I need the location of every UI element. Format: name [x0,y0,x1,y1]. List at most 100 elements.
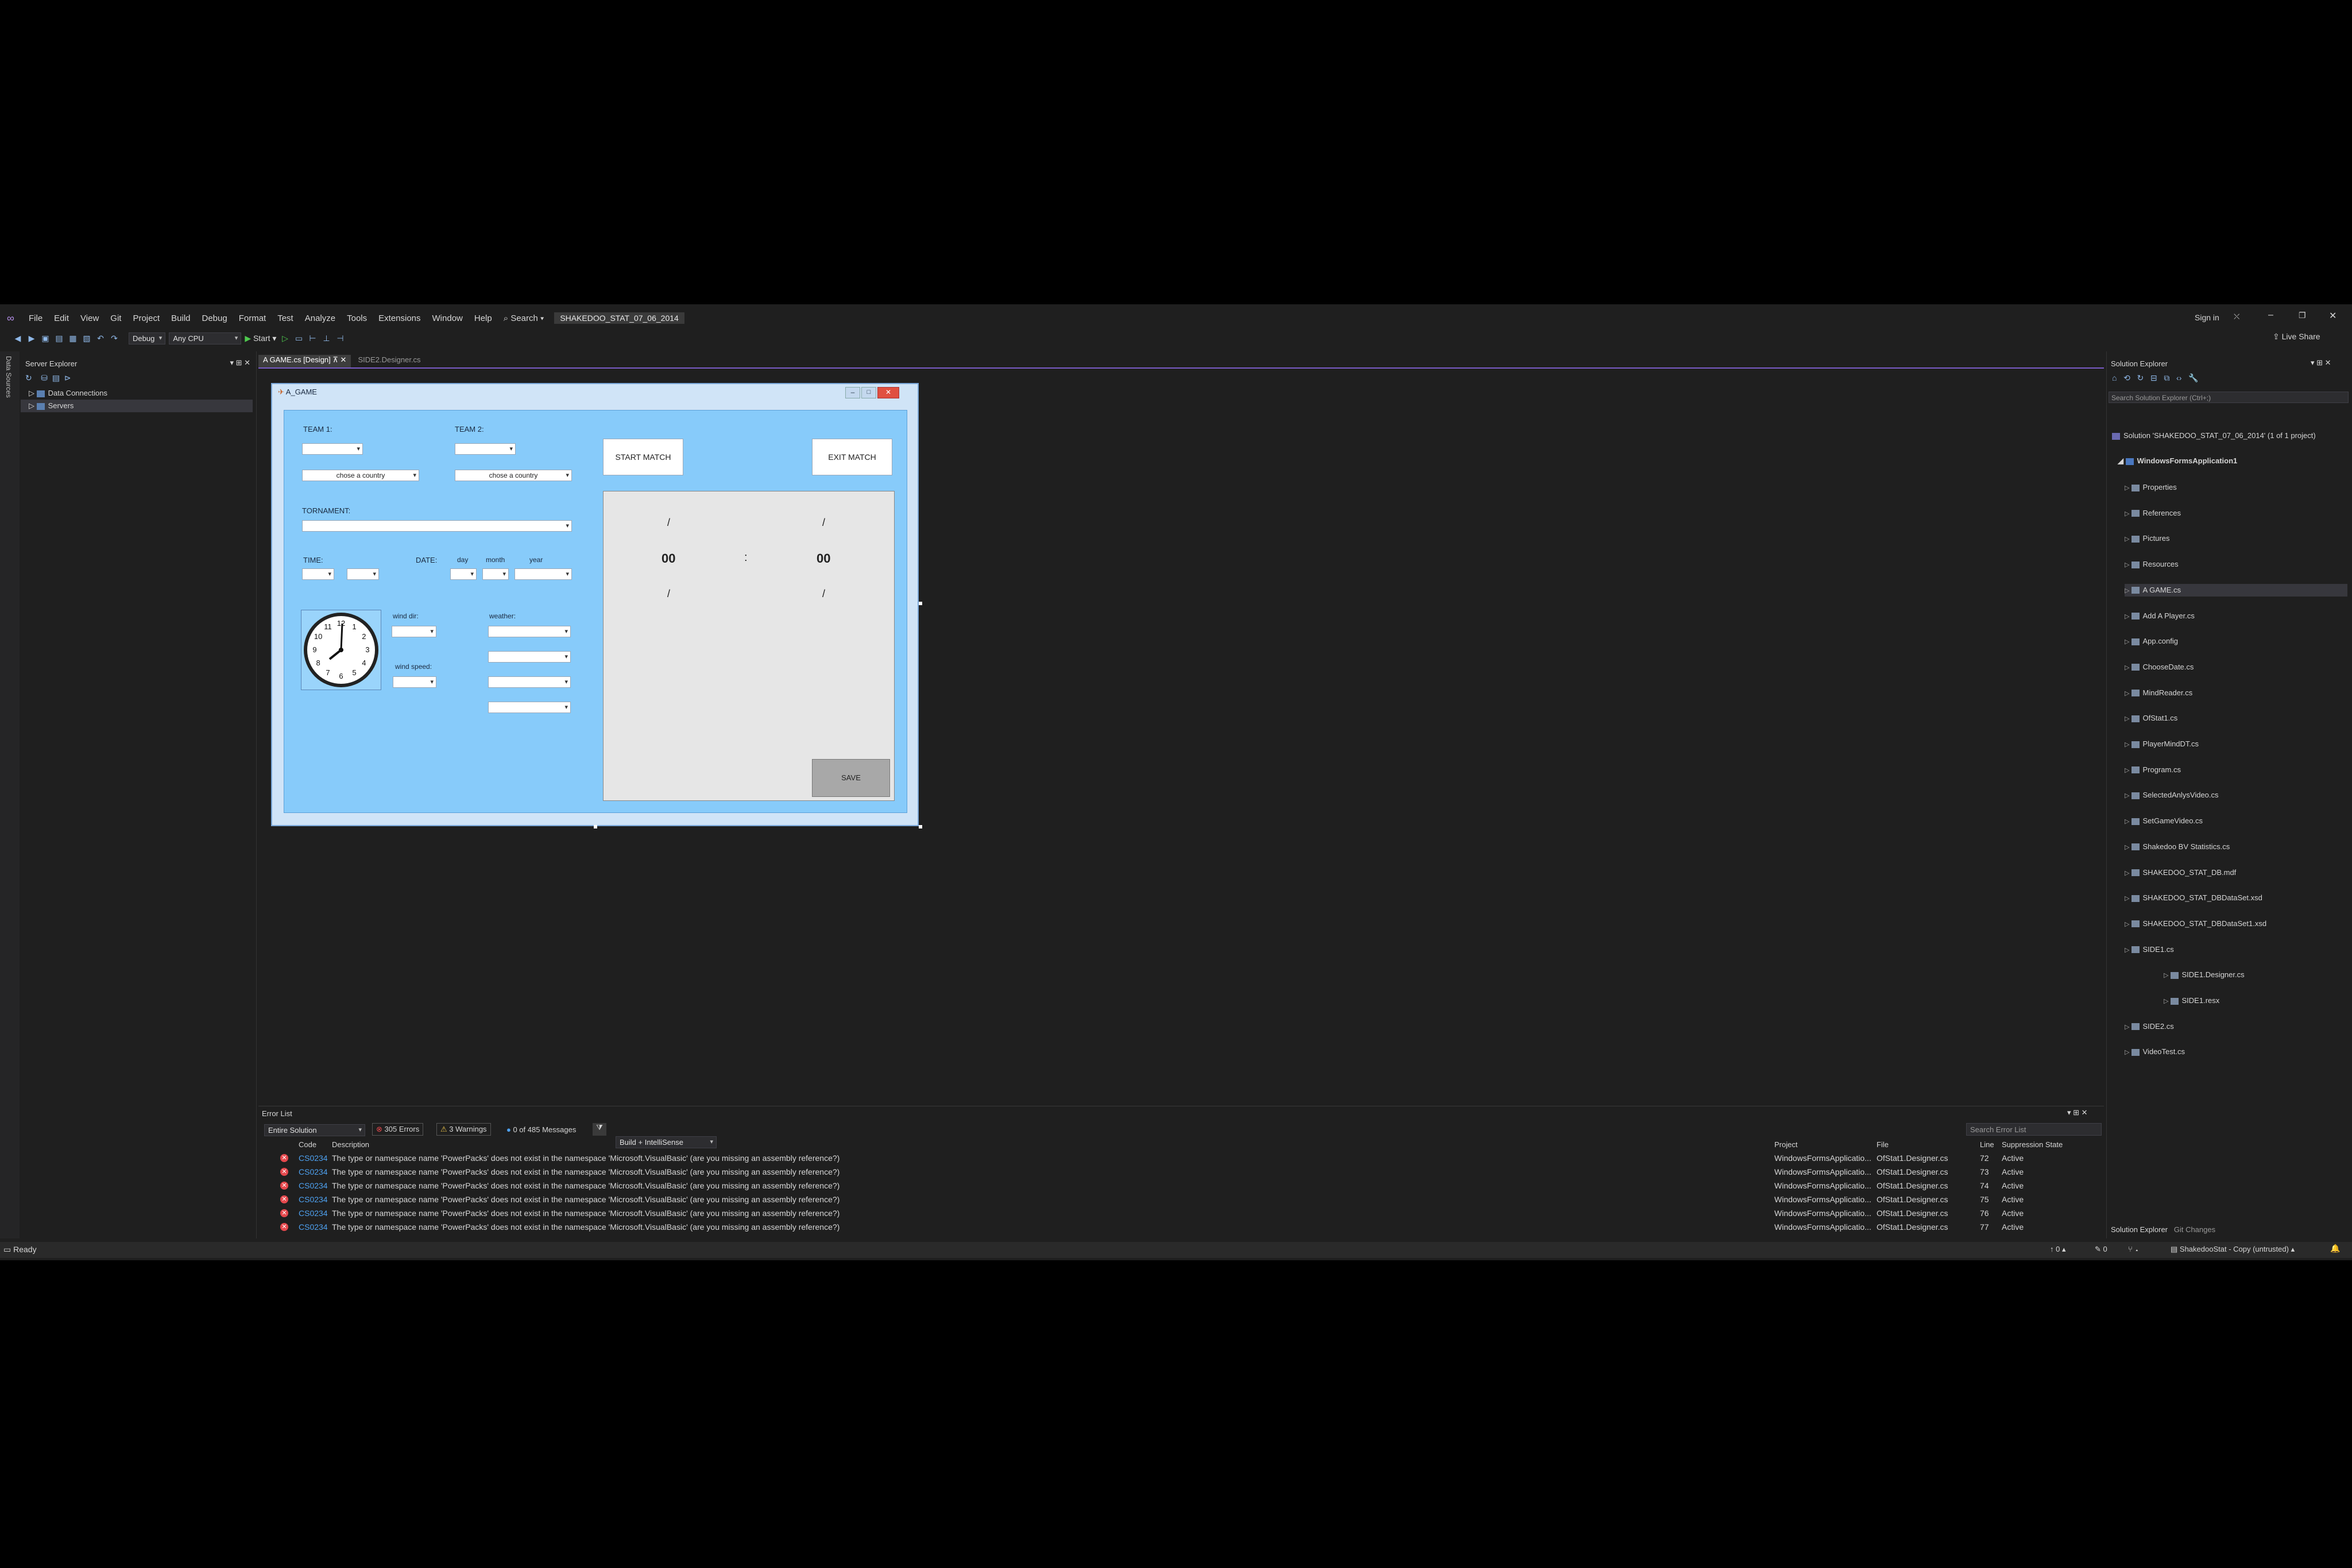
solution-item[interactable]: ▷ PlayerMindDT.cs [2125,738,2352,750]
collapse-icon[interactable]: ⊟ [2150,373,2157,382]
sign-in-link[interactable]: Sign in [2195,313,2219,322]
status-pencil-count[interactable]: ✎ 0 [2095,1245,2107,1254]
col-project[interactable]: Project [1774,1140,1797,1149]
solution-node[interactable]: Solution 'SHAKEDOO_STAT_07_06_2014' (1 o… [2112,429,2352,442]
col-suppression[interactable]: Suppression State [2002,1140,2063,1149]
resize-handle-bottom[interactable] [594,825,597,828]
align-center-icon[interactable]: ⊥ [321,333,331,343]
exit-match-button[interactable]: EXIT MATCH [812,439,892,475]
search-menu[interactable]: ⌕ Search ▾ [498,313,550,323]
solution-explorer-close-icon[interactable]: ▾ ⊞ ✕ [2311,358,2331,367]
year-select[interactable] [514,568,572,580]
tab-git-changes[interactable]: Git Changes [2174,1225,2215,1234]
tournament-select[interactable] [302,520,572,532]
save-all-icon[interactable]: ▧ [82,333,92,343]
wind-speed-select[interactable] [393,676,436,688]
error-row[interactable]: ✕ CS0234 The type or namespace name 'Power… [276,1193,2102,1206]
col-file[interactable]: File [1877,1140,1889,1149]
menu-build[interactable]: Build [165,313,196,323]
resize-handle-right[interactable] [919,602,922,605]
sync-icon[interactable]: ⟲ [2123,373,2130,382]
errors-filter-button[interactable]: ⊗ 305 Errors [372,1123,424,1136]
solution-item[interactable]: ▷ SHAKEDOO_STAT_DBDataSet1.xsd [2125,917,2352,930]
messages-filter-button[interactable]: ● 0 of 485 Messages [503,1124,579,1135]
properties-icon[interactable]: 🔧 [2188,373,2198,382]
error-code[interactable]: CS0234 [299,1207,328,1219]
back-icon[interactable]: ◀ [13,333,23,343]
solution-item[interactable]: ▷ SIDE1.cs [2125,943,2352,956]
weather-select-4[interactable] [488,702,571,713]
menu-tools[interactable]: Tools [341,313,373,323]
tab-side2-designer[interactable]: SIDE2.Designer.cs [353,355,425,367]
status-up-count[interactable]: ↑ 0 ▴ [2050,1245,2066,1254]
error-row[interactable]: ✕ CS0234 The type or namespace name 'Power… [276,1166,2102,1178]
data-sources-tab[interactable]: Data Sources [5,356,13,398]
restore-icon[interactable]: ❐ [2299,311,2306,320]
menu-file[interactable]: File [23,313,48,323]
connect-db-icon[interactable]: ⛁ [41,373,48,382]
menu-window[interactable]: Window [427,313,469,323]
solution-item[interactable]: ▷ Shakedoo BV Statistics.cs [2125,841,2352,853]
panel-close-icon[interactable]: ▾ ⊞ ✕ [230,358,250,367]
tree-item-data-connections[interactable]: ▷ Data Connections [29,387,107,400]
solution-item[interactable]: ▷ Pictures [2125,532,2352,545]
menu-project[interactable]: Project [127,313,165,323]
solution-search-input[interactable]: Search Solution Explorer (Ctrl+;) [2109,392,2349,403]
tree-item-servers[interactable]: ▷ Servers [21,400,253,412]
open-icon[interactable]: ▤ [54,333,64,343]
menu-test[interactable]: Test [272,313,299,323]
notifications-icon[interactable]: 🔔 [2330,1244,2340,1253]
menu-git[interactable]: Git [105,313,127,323]
solution-item[interactable]: ▷ OfStat1.cs [2125,712,2352,725]
solution-item[interactable]: ▷ SIDE1.Designer.cs [2164,969,2352,981]
close-icon[interactable]: ✕ [2329,310,2336,322]
refresh-icon[interactable]: ↻ [2137,373,2144,382]
error-row[interactable]: ✕ CS0234 The type or namespace name 'Power… [276,1152,2102,1164]
error-code[interactable]: CS0234 [299,1166,328,1178]
error-row[interactable]: ✕ CS0234 The type or namespace name 'Power… [276,1207,2102,1219]
error-search-input[interactable]: Search Error List [1966,1123,2102,1136]
save-icon[interactable]: ▦ [68,333,78,343]
new-project-icon[interactable]: ▣ [40,333,51,343]
solution-item[interactable]: ▷ Add A Player.cs [2125,610,2352,622]
menu-format[interactable]: Format [233,313,272,323]
layout-icon[interactable]: ▭ [293,333,304,343]
menu-extensions[interactable]: Extensions [373,313,426,323]
weather-select-3[interactable] [488,676,571,688]
solution-item[interactable]: ▷ SIDE1.resx [2164,994,2352,1007]
forward-icon[interactable]: ▶ [26,333,37,343]
resize-handle-corner[interactable] [919,825,922,828]
scope-select[interactable]: Entire Solution [264,1124,365,1136]
solution-item[interactable]: ▷ SHAKEDOO_STAT_DBDataSet.xsd [2125,892,2352,904]
platform-select[interactable]: Any CPU [169,332,242,344]
pin-icon[interactable]: ⊼ [332,355,338,364]
solution-item[interactable]: ▷ Properties [2125,481,2352,494]
team1-select[interactable] [302,443,363,455]
minute-select[interactable] [347,568,379,580]
error-code[interactable]: CS0234 [299,1152,328,1164]
start-button[interactable]: ▶ Start ▾ [245,334,276,343]
branch-icon[interactable]: ⑂ ▴ [2128,1245,2139,1253]
col-code[interactable]: Code [299,1140,316,1149]
solution-item[interactable]: ▷ SelectedAnlysVideo.cs [2125,789,2352,802]
code-view-icon[interactable]: ‹› [2176,373,2181,382]
solution-item[interactable]: ▷ App.config [2125,635,2352,648]
menu-debug[interactable]: Debug [196,313,233,323]
col-line[interactable]: Line [1980,1140,1994,1149]
error-code[interactable]: CS0234 [299,1193,328,1206]
undo-icon[interactable]: ↶ [95,333,106,343]
form-minimize-icon[interactable]: – [845,387,860,398]
country2-select[interactable]: chose a country [455,470,572,481]
refresh-icon[interactable]: ↻ [25,373,32,382]
show-all-icon[interactable]: ⧉ [2164,373,2169,382]
col-description[interactable]: Description [332,1140,369,1149]
error-code[interactable]: CS0234 [299,1221,328,1233]
align-right-icon[interactable]: ⊣ [335,333,345,343]
filter-icon[interactable]: ⊳ [64,373,71,382]
solution-item[interactable]: ▷ ChooseDate.cs [2125,661,2352,673]
tab-close-icon[interactable]: ✕ [341,355,347,364]
weather-select-2[interactable] [488,651,571,663]
account-icon[interactable]: ⛌ [2234,312,2239,322]
solution-item[interactable]: ▷ VideoTest.cs [2125,1046,2352,1058]
connect-server-icon[interactable]: ▤ [52,373,60,382]
